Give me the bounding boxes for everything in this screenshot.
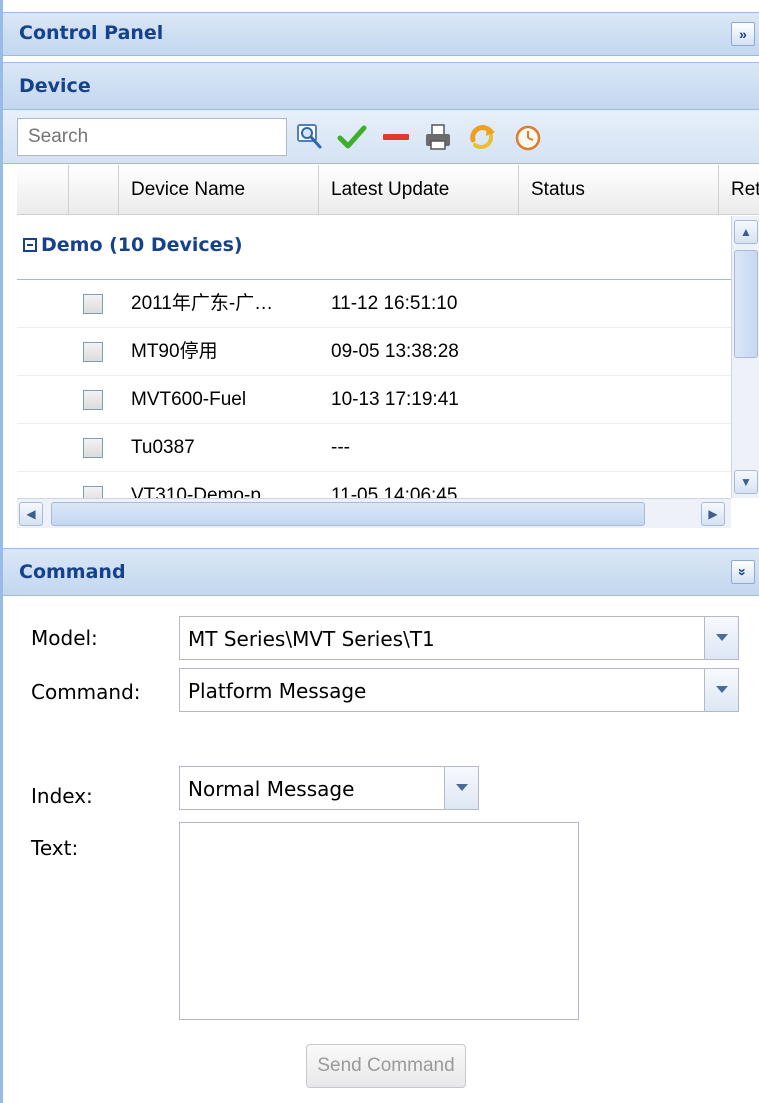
latest-update-cell: --- — [331, 437, 350, 458]
chevron-down-icon[interactable] — [704, 669, 738, 711]
device-name-cell: VT310-Demo-p — [131, 485, 261, 498]
device-name-cell: 2011年广东-广… — [131, 293, 274, 314]
search-input[interactable] — [17, 118, 287, 156]
column-status[interactable]: Status — [519, 165, 719, 215]
device-grid-body: Demo (10 Devices) 2011年广东-广… 11-12 16:51… — [17, 216, 731, 498]
device-panel-title: Device — [19, 75, 91, 97]
index-select[interactable]: Normal Message — [179, 766, 479, 810]
horizontal-scrollbar[interactable]: ◀ ▶ — [17, 498, 731, 528]
command-value: Platform Message — [188, 679, 367, 703]
remove-icon[interactable] — [381, 122, 411, 152]
device-grid-header: Device Name Latest Update Status Ret — [17, 165, 759, 215]
table-row[interactable]: 2011年广东-广… 11-12 16:51:10 — [17, 280, 731, 328]
row-checkbox[interactable] — [83, 390, 103, 410]
device-name-cell: MT90停用 — [131, 341, 218, 362]
table-row[interactable]: MT90停用 09-05 13:38:28 — [17, 328, 731, 376]
latest-update-cell: 10-13 17:19:41 — [331, 389, 459, 410]
chevron-down-icon: ▼ — [740, 475, 752, 489]
group-label: Demo (10 Devices) — [41, 234, 243, 256]
index-value: Normal Message — [188, 777, 355, 801]
chevron-right-icon: ▶ — [708, 507, 718, 521]
row-checkbox[interactable] — [83, 342, 103, 362]
group-row[interactable]: Demo (10 Devices) — [17, 216, 731, 280]
scroll-down-button[interactable]: ▼ — [734, 470, 758, 494]
collapse-command-button[interactable]: » — [731, 560, 755, 584]
scroll-up-button[interactable]: ▲ — [734, 220, 758, 244]
clock-icon[interactable] — [513, 122, 543, 152]
chevron-up-icon: ▲ — [740, 225, 752, 239]
column-ret[interactable]: Ret — [719, 165, 759, 215]
double-chevron-right-icon: » — [739, 26, 747, 42]
row-checkbox[interactable] — [83, 486, 103, 498]
latest-update-cell: 11-05 14:06:45 — [331, 485, 458, 498]
text-label: Text: — [31, 836, 79, 860]
control-panel-header: Control Panel » — [3, 12, 759, 56]
control-panel-title: Control Panel — [19, 22, 164, 44]
model-label: Model: — [31, 626, 98, 650]
column-expander[interactable] — [17, 165, 69, 215]
scroll-right-button[interactable]: ▶ — [701, 502, 725, 526]
check-icon[interactable] — [337, 122, 367, 152]
device-toolbar — [3, 110, 759, 164]
control-panel: Control Panel » Device Search Device Nam… — [0, 0, 759, 1103]
horizontal-scroll-thumb[interactable] — [51, 502, 645, 526]
device-name-cell: Tu0387 — [131, 437, 195, 458]
collapse-group-icon[interactable] — [23, 238, 37, 252]
device-name-cell: MVT600-Fuel — [131, 389, 247, 410]
command-label: Command: — [31, 680, 141, 704]
vertical-scroll-thumb[interactable] — [734, 250, 758, 358]
chevron-down-icon[interactable] — [704, 617, 738, 659]
latest-update-cell: 11-12 16:51:10 — [331, 293, 458, 314]
send-command-button[interactable]: Send Command — [306, 1044, 466, 1088]
column-latest-update[interactable]: Latest Update — [319, 165, 519, 215]
latest-update-cell: 09-05 13:38:28 — [331, 341, 459, 362]
device-panel-header: Device — [3, 62, 759, 110]
double-chevron-down-icon: » — [734, 568, 751, 576]
command-panel-header: Command » — [3, 548, 759, 596]
model-value: MT Series\MVT Series\T1 — [188, 627, 435, 651]
chevron-left-icon: ◀ — [26, 507, 36, 521]
refresh-icon[interactable] — [467, 122, 497, 152]
search-icon[interactable] — [295, 122, 325, 152]
table-row[interactable]: MVT600-Fuel 10-13 17:19:41 — [17, 376, 731, 424]
table-row[interactable]: VT310-Demo-p 11-05 14:06:45 — [17, 472, 731, 498]
row-checkbox[interactable] — [83, 438, 103, 458]
model-select[interactable]: MT Series\MVT Series\T1 — [179, 616, 739, 660]
print-icon[interactable] — [423, 122, 453, 152]
chevron-down-icon[interactable] — [444, 767, 478, 809]
table-row[interactable]: Tu0387 --- — [17, 424, 731, 472]
row-checkbox[interactable] — [83, 294, 103, 314]
column-select[interactable] — [69, 165, 119, 215]
text-input[interactable] — [179, 822, 579, 1020]
column-device-name[interactable]: Device Name — [119, 165, 319, 215]
vertical-scrollbar[interactable]: ▲ ▼ — [731, 216, 759, 498]
scroll-left-button[interactable]: ◀ — [19, 502, 43, 526]
collapse-panel-button[interactable]: » — [731, 22, 755, 46]
command-panel-title: Command — [19, 561, 126, 583]
command-select[interactable]: Platform Message — [179, 668, 739, 712]
index-label: Index: — [31, 784, 93, 808]
